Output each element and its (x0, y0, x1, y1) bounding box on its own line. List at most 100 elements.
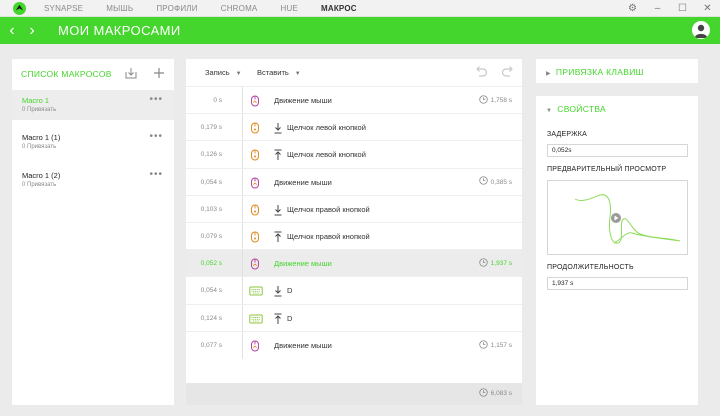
timeline-line (242, 141, 243, 169)
table-row[interactable]: 0 s Движение мыши 1,758 s (186, 86, 522, 114)
mouse-icon (249, 257, 261, 270)
event-label: D (287, 286, 293, 296)
arrow-down-icon (273, 121, 283, 134)
event-label: Щелчок правой кнопкой (287, 232, 370, 241)
forward-arrow-icon[interactable]: › (24, 17, 40, 44)
event-label: Движение мыши (274, 259, 332, 269)
tab-mouse[interactable]: МЫШЬ (106, 0, 133, 17)
table-row[interactable]: 0,124 s D (186, 303, 522, 332)
list-item[interactable]: Macro 1 (1) 0 Привязать ••• (12, 127, 174, 157)
clock-icon (478, 339, 488, 349)
preview-label: ПРЕДВАРИТЕЛЬНЫЙ ПРОСМОТР (547, 166, 667, 173)
list-item[interactable]: Macro 1 (2) 0 Привязать ••• (12, 165, 174, 195)
arrow-up-icon (273, 230, 283, 242)
event-delay: 0,052 s (200, 260, 222, 268)
duration-label: ПРОДОЛЖИТЕЛЬНОСТЬ (547, 264, 634, 271)
minimize-icon[interactable]: – (645, 0, 670, 17)
tab-macro[interactable]: МАКРОС (321, 0, 357, 17)
insert-label: Вставить (257, 68, 289, 77)
redo-icon[interactable] (501, 65, 515, 79)
record-dropdown[interactable]: Запись ▼ (205, 68, 242, 77)
macro-list-header: СПИСОК МАКРОСОВ (12, 59, 174, 87)
arrow-up-icon (273, 148, 283, 161)
macro-binding: 0 Привязать (22, 107, 57, 113)
tab-synapse[interactable]: SYNAPSE (44, 0, 83, 17)
arrow-down-icon (273, 203, 283, 216)
chevron-down-icon: ▼ (235, 71, 242, 77)
clock-icon (478, 388, 488, 397)
settings-gear-icon[interactable]: ⚙ (620, 0, 645, 17)
arrow-down-icon (273, 284, 283, 297)
undo-icon[interactable] (474, 65, 488, 79)
mouse-icon (249, 339, 261, 352)
macro-name: Macro 1 (1) (22, 133, 61, 142)
event-delay: 0,126 s (200, 151, 222, 159)
macro-list-title: СПИСОК МАКРОСОВ (21, 69, 112, 79)
properties-toggle[interactable]: ▼ СВОЙСТВА (546, 104, 606, 114)
list-item[interactable]: Macro 1 0 Привязать ••• (12, 90, 174, 120)
event-duration: 1,758 s (478, 87, 512, 114)
tab-chroma[interactable]: CHROMA (221, 0, 258, 17)
event-label: Щелчок левой кнопкой (287, 150, 366, 160)
event-duration: 1,937 s (478, 250, 512, 277)
editor-footer: 6,083 s (186, 383, 522, 405)
movement-preview (547, 180, 688, 255)
properties-panel: ▼ СВОЙСТВА ЗАДЕРЖКА 0,052s ПРЕДВАРИТЕЛЬНЫ… (536, 96, 698, 405)
table-row[interactable]: 0,077 s Движение мыши 1,157 s (186, 330, 522, 359)
timeline-line (242, 87, 243, 114)
event-delay: 0,103 s (200, 205, 222, 213)
insert-dropdown[interactable]: Вставить ▼ (257, 68, 301, 77)
more-options-icon[interactable]: ••• (149, 131, 163, 142)
import-icon[interactable] (125, 67, 137, 79)
page-title: МОИ МАКРОСАМИ (58, 23, 181, 38)
arrow-up-icon (273, 312, 283, 324)
editor-toolbar: Запись ▼ Вставить ▼ (186, 59, 522, 86)
event-duration: 0,385 s (478, 169, 512, 196)
mouse-icon (249, 176, 261, 189)
event-delay: 0,079 s (200, 233, 222, 240)
table-row[interactable]: 0,126 s Щелчок левой кнопкой (186, 140, 522, 169)
more-options-icon[interactable]: ••• (149, 169, 163, 180)
close-icon[interactable]: ✕ (695, 0, 720, 17)
table-row[interactable]: 0,103 s Щелчок правой кнопкой (186, 194, 522, 223)
avatar[interactable] (692, 21, 710, 39)
table-row[interactable]: 0,079 s Щелчок правой кнопкой (186, 222, 522, 250)
movement-path-graphic (574, 194, 681, 244)
event-delay: 0,124 s (200, 314, 222, 322)
event-label: Движение мыши (274, 177, 332, 187)
table-row[interactable]: 0,054 s Движение мыши 0,385 s (186, 167, 522, 196)
mouse-icon (249, 94, 261, 107)
event-delay: 0,179 s (200, 124, 222, 132)
keyboard-icon (249, 284, 263, 296)
tab-hue[interactable]: HUE (280, 0, 298, 17)
mouse-icon (249, 121, 261, 134)
maximize-icon[interactable]: ☐ (670, 0, 695, 17)
mouse-icon (249, 230, 261, 243)
total-duration: 6,083 s (478, 383, 512, 405)
event-duration-value: 0,385 s (490, 178, 512, 186)
table-row[interactable]: 0,179 s Щелчок левой кнопкой (186, 113, 522, 142)
event-label: Щелчок правой кнопкой (287, 204, 370, 214)
event-duration: 1,157 s (478, 332, 512, 359)
macro-binding: 0 Привязать (22, 144, 57, 150)
more-options-icon[interactable]: ••• (149, 94, 163, 105)
table-row[interactable]: 0,054 s D (186, 276, 522, 305)
timeline-line (242, 195, 243, 223)
key-binding-toggle[interactable]: ▶ ПРИВЯЗКА КЛАВИШ (546, 67, 644, 77)
tab-profiles[interactable]: ПРОФИЛИ (156, 0, 197, 17)
event-label: Щелчок левой кнопкой (287, 123, 366, 133)
event-delay: 0 s (213, 97, 222, 104)
duration-field[interactable]: 1,937 s (547, 277, 688, 290)
chevron-right-icon: ▶ (546, 71, 551, 77)
timeline-line (242, 114, 243, 142)
total-duration-value: 6,083 s (490, 390, 512, 397)
timeline-line (242, 277, 243, 305)
razer-logo-icon[interactable] (13, 2, 26, 15)
macro-binding: 0 Привязать (22, 182, 57, 188)
keyboard-icon (249, 312, 263, 324)
delay-field[interactable]: 0,052s (547, 144, 688, 157)
delay-label: ЗАДЕРЖКА (547, 131, 587, 138)
table-row[interactable]: 0,052 s Движение мыши 1,937 s (186, 249, 522, 278)
back-arrow-icon[interactable]: ‹ (4, 17, 20, 44)
add-icon[interactable] (153, 67, 165, 79)
